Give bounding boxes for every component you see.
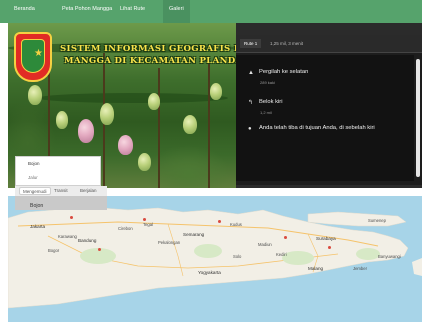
- tree-branch: [158, 68, 160, 188]
- map-label: Jakarta: [30, 224, 46, 229]
- destination-input[interactable]: [18, 172, 100, 183]
- mango-fruit: [183, 115, 197, 134]
- page-title-line2: MANGGA DI KECAMATAN PLANDAAN: [64, 56, 258, 66]
- mango-fruit: [138, 153, 151, 171]
- route-steps-list: ▲ Pergilah ke selatan 289 kaki ↰ Belok k…: [236, 55, 414, 181]
- map-label: Karawang: [58, 234, 77, 239]
- origin-input[interactable]: [18, 158, 100, 169]
- map-label: Kediri: [276, 252, 287, 257]
- arrow-up-icon: ▲: [248, 70, 254, 76]
- foliage: [38, 93, 228, 103]
- regency-crest-logo: ★: [14, 32, 52, 82]
- map-marker[interactable]: [98, 248, 101, 251]
- mango-fruit: [100, 103, 114, 125]
- route-tabs: Rute 1 1,25 mil, 3 menit: [236, 35, 422, 53]
- map-label: Bogor: [48, 248, 60, 253]
- nav-item-lihat-rute[interactable]: Lihat Rute: [120, 6, 145, 12]
- mode-walking-button[interactable]: Berjalan: [77, 187, 100, 195]
- nav-item-beranda[interactable]: Beranda: [14, 6, 35, 12]
- destination-pin-icon: ●: [248, 126, 252, 132]
- map-label: Surabaya: [316, 236, 336, 241]
- map-label: Malang: [308, 266, 324, 271]
- map-marker[interactable]: [70, 216, 73, 219]
- map-label: Solo: [233, 254, 242, 259]
- map-label: Tegal: [143, 222, 154, 227]
- map-label: Cirebon: [118, 226, 133, 231]
- nav-item-galeri[interactable]: Galeri: [163, 0, 190, 23]
- tab-route-1[interactable]: Rute 1: [240, 39, 262, 48]
- map-label: Pekalongan: [158, 240, 181, 245]
- mango-fruit: [28, 85, 42, 105]
- top-nav: Beranda Peta Pohon Mangga Lihat Rute Gal…: [0, 0, 422, 23]
- turn-left-icon: ↰: [248, 100, 254, 106]
- mango-fruit: [118, 135, 133, 155]
- nav-item-peta-pohon-mangga[interactable]: Peta Pohon Mangga: [62, 6, 112, 12]
- map-label: Banyuwangi: [378, 254, 401, 259]
- map-label: Madiun: [258, 242, 272, 247]
- map-view[interactable]: Jakarta Bandung Semarang Surabaya Yogyak…: [8, 196, 422, 322]
- map-label: Yogyakarta: [198, 270, 221, 275]
- route-summary: 1,25 mil, 3 menit: [270, 41, 304, 46]
- mango-fruit: [78, 119, 94, 143]
- mango-fruit: [56, 111, 68, 129]
- route-directions-panel: Rute 1 1,25 mil, 3 menit ▲ Pergilah ke s…: [236, 35, 422, 185]
- mango-fruit: [210, 83, 222, 100]
- map-label: Bandung: [78, 238, 97, 243]
- map-label: Jember: [353, 266, 367, 271]
- map-marker[interactable]: [328, 246, 331, 249]
- mode-transit-button[interactable]: Transit: [51, 187, 71, 195]
- mode-driving-button[interactable]: Mengemudi: [19, 187, 51, 195]
- map-label: Sumenep: [368, 218, 386, 223]
- map-label: Semarang: [183, 232, 205, 237]
- java-island-map: [8, 196, 422, 322]
- map-marker[interactable]: [218, 220, 221, 223]
- origin-label: Bojon: [30, 203, 44, 209]
- route-scrollbar[interactable]: [416, 59, 420, 177]
- mango-fruit: [148, 93, 160, 110]
- route-inputs: ● ●: [15, 156, 101, 186]
- tree-branch: [208, 58, 210, 188]
- map-label: Kudus: [230, 222, 242, 227]
- travel-mode-bar: Mengemudi Transit Berjalan: [15, 186, 107, 196]
- map-marker[interactable]: [284, 236, 287, 239]
- origin-label-box: [15, 196, 107, 210]
- map-marker[interactable]: [143, 218, 146, 221]
